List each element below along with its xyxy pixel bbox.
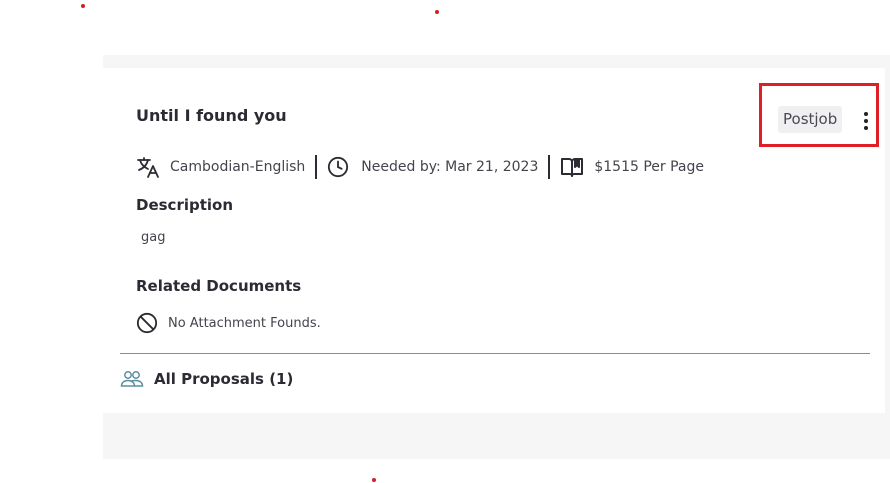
all-proposals-link[interactable]: All Proposals (1): [120, 370, 293, 388]
description-text: gag: [141, 230, 166, 245]
all-proposals-label: All Proposals (1): [154, 370, 294, 388]
language-meta: Cambodian-English: [136, 155, 305, 179]
job-card: Until I found you Postjob Cambodian-Engl…: [103, 68, 885, 413]
open-book-icon: [561, 158, 584, 177]
no-entry-icon: [136, 312, 158, 334]
related-documents-heading: Related Documents: [136, 277, 302, 295]
divider: [120, 353, 870, 354]
red-marker-dot: [435, 10, 439, 14]
more-vertical-icon[interactable]: [858, 112, 874, 130]
description-heading: Description: [136, 196, 234, 214]
no-attachment-text: No Attachment Founds.: [168, 315, 321, 331]
red-marker-dot: [81, 4, 85, 8]
red-marker-dot: [372, 478, 376, 482]
clock-icon: [328, 156, 349, 178]
deadline-meta: Needed by: Mar 21, 2023: [327, 156, 538, 178]
meta-separator: [315, 155, 318, 179]
translate-icon: [137, 157, 159, 178]
meta-separator: [548, 155, 551, 179]
needed-by-text: Needed by: Mar 21, 2023: [361, 159, 539, 175]
rate-meta: $1515 Per Page: [560, 156, 704, 178]
language-text: Cambodian-English: [170, 159, 306, 175]
job-title: Until I found you: [136, 106, 287, 125]
people-icon: [120, 371, 144, 387]
actions-highlight-box: Postjob: [759, 83, 879, 147]
postjob-button[interactable]: Postjob: [778, 106, 843, 133]
rate-text: $1515 Per Page: [594, 159, 705, 175]
job-meta-row: Cambodian-English Needed by: Mar 21, 202…: [136, 154, 704, 180]
no-attachment-message: No Attachment Founds.: [136, 312, 321, 334]
